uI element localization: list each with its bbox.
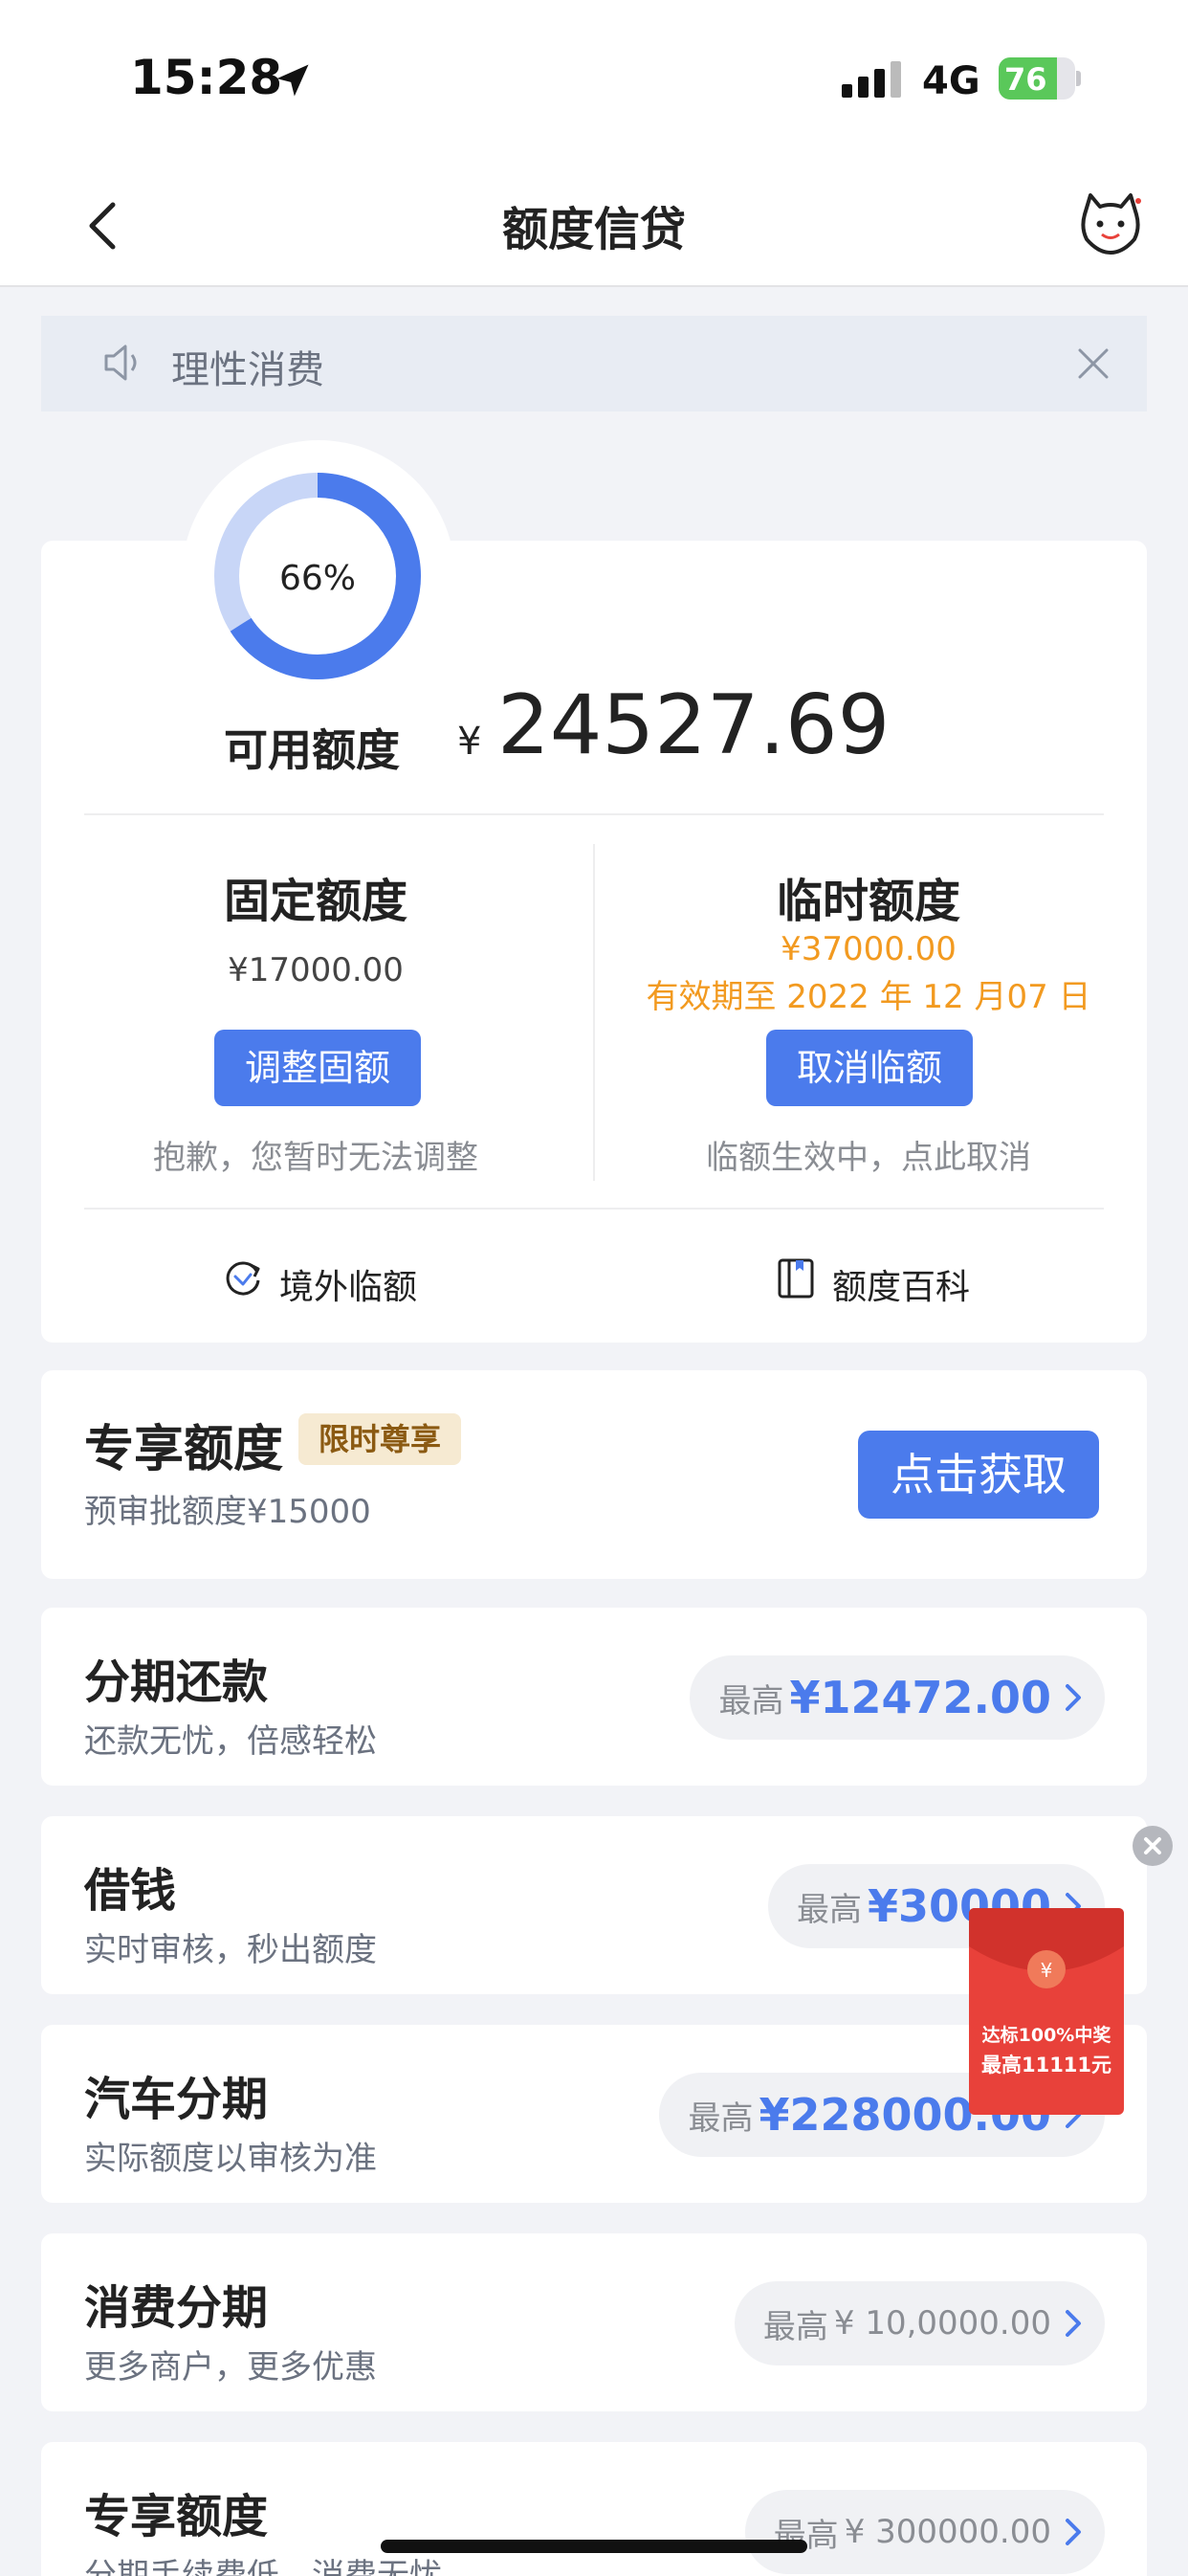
max-prefix: 最高 (796, 1890, 862, 1929)
battery-icon: 76 (999, 57, 1081, 100)
temp-quota-validity: 有效期至 2022 年 12 月07 日 (646, 978, 1091, 1016)
envelope-line-1: 达标100%中奖 (981, 2025, 1111, 2046)
available-label: 可用额度 (224, 724, 400, 776)
overseas-quota-icon (226, 1261, 260, 1296)
get-quota-button[interactable]: 点击获取 (858, 1431, 1099, 1519)
max-amount: ¥ 300000.00 (844, 2513, 1051, 2551)
location-arrow-icon (276, 64, 309, 97)
red-envelope-icon[interactable]: ¥ (969, 1908, 1124, 2115)
row-title: 分期还款 (84, 1655, 269, 1709)
max-prefix: 最高 (762, 2307, 828, 2346)
notice-bar: 理性消费 (41, 316, 1147, 411)
row-title: 汽车分期 (84, 2073, 269, 2126)
row-subtitle: 分期手续费低，消费无忧 (84, 2557, 442, 2576)
cancel-temp-button[interactable]: 取消临额 (766, 1030, 973, 1106)
adjust-fixed-button[interactable]: 调整固额 (214, 1030, 421, 1106)
divider (593, 844, 595, 1181)
battery-level: 76 (1004, 61, 1047, 98)
chevron-right-icon (1066, 1684, 1081, 1711)
speaker-icon (104, 344, 137, 381)
max-amount-pill[interactable]: 最高 ¥ 300000.00 (744, 2490, 1105, 2574)
fixed-quota-note: 抱歉，您暂时无法调整 (153, 1139, 478, 1177)
row-subtitle: 还款无忧，倍感轻松 (84, 1722, 377, 1761)
max-amount-pill[interactable]: 最高 ¥ 10,0000.00 (734, 2281, 1105, 2365)
temp-quota-value: ¥37000.00 (781, 930, 957, 968)
envelope-close-button[interactable] (1133, 1826, 1173, 1866)
list-item[interactable]: 消费分期 更多商户，更多优惠 最高 ¥ 10,0000.00 (41, 2233, 1147, 2411)
max-prefix: 最高 (688, 2099, 754, 2138)
page-title: 额度信贷 (501, 203, 686, 256)
row-subtitle: 实时审核，秒出额度 (84, 1931, 377, 1969)
row-subtitle: 实际额度以审核为准 (84, 2140, 377, 2178)
list-item[interactable]: 分期还款 还款无忧，倍感轻松 最高 ¥12472.00 (41, 1608, 1147, 1786)
mascot-icon[interactable] (1077, 189, 1144, 256)
max-amount-pill[interactable]: 最高 ¥12472.00 (690, 1655, 1105, 1740)
limited-badge: 限时尊享 (298, 1413, 461, 1465)
exclusive-subtitle: 预审批额度¥15000 (84, 1493, 371, 1531)
status-bar: 15:28 4G 76 (0, 0, 1188, 163)
divider (84, 1208, 1104, 1210)
row-title: 专享额度 (84, 2490, 269, 2543)
nav-bar: 额度信贷 (0, 163, 1188, 287)
row-title: 消费分期 (84, 2281, 269, 2335)
divider (84, 813, 1104, 815)
row-subtitle: 更多商户，更多优惠 (84, 2348, 377, 2387)
network-type: 4G (922, 59, 980, 103)
notice-text: 理性消费 (171, 348, 324, 392)
chevron-right-icon (1066, 2519, 1081, 2545)
status-time: 15:28 (130, 50, 283, 105)
usage-percent: 66% (278, 559, 356, 598)
overseas-quota-link[interactable]: 境外临额 (279, 1259, 417, 1309)
envelope-line-2: 最高11111元 (980, 2054, 1112, 2076)
exclusive-title: 专享额度 (84, 1421, 284, 1478)
currency-symbol: ¥ (457, 720, 482, 764)
fixed-quota-value: ¥17000.00 (228, 951, 404, 989)
max-amount: ¥12472.00 (789, 1672, 1051, 1723)
fixed-quota-title: 固定额度 (223, 875, 407, 928)
row-title: 借钱 (84, 1864, 177, 1918)
chevron-right-icon (1066, 2310, 1081, 2337)
temp-quota-title: 临时额度 (776, 875, 960, 928)
available-amount: 24527.69 (497, 677, 891, 773)
max-amount: ¥ 10,0000.00 (833, 2304, 1051, 2343)
list-item[interactable]: 专享额度 分期手续费低，消费无忧 最高 ¥ 300000.00 (41, 2442, 1147, 2576)
close-icon[interactable] (1074, 344, 1112, 383)
cellular-signal-icon (842, 61, 901, 98)
max-prefix: 最高 (718, 1681, 784, 1721)
book-icon (778, 1258, 814, 1299)
temp-quota-note: 临额生效中，点此取消 (706, 1139, 1031, 1177)
close-icon (1144, 1837, 1161, 1854)
envelope-symbol: ¥ (1041, 1959, 1053, 1982)
quota-wiki-link[interactable]: 额度百科 (832, 1259, 970, 1309)
home-indicator (381, 2540, 807, 2553)
